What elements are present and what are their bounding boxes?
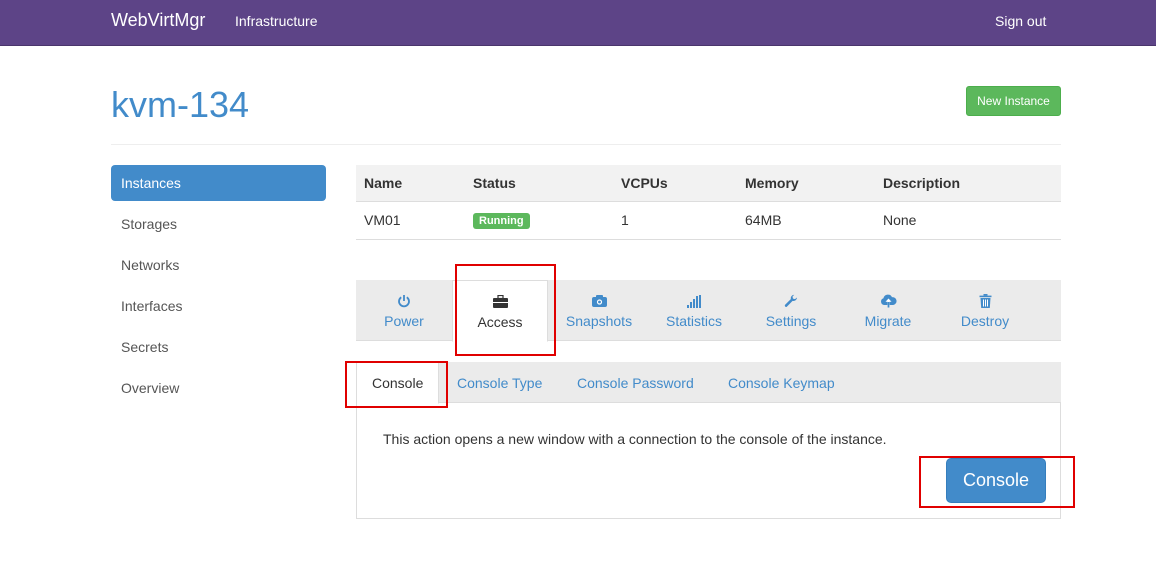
column-header-name: Name <box>356 165 465 202</box>
tab-power[interactable]: Power <box>356 280 452 341</box>
tab-migrate-label: Migrate <box>864 313 912 329</box>
table-row: VM01 Running 1 64MB None <box>356 201 1061 240</box>
tab-snapshots-label: Snapshots <box>565 313 633 329</box>
briefcase-icon <box>492 293 508 311</box>
column-header-vcpus: VCPUs <box>613 165 737 202</box>
column-header-memory: Memory <box>737 165 875 202</box>
power-icon <box>397 292 411 310</box>
subtab-console-type[interactable]: Console Type <box>442 362 557 403</box>
tab-settings-label: Settings <box>765 313 817 329</box>
table-header-row: Name Status VCPUs Memory Description <box>356 165 1061 202</box>
tab-destroy[interactable]: Destroy <box>937 280 1033 341</box>
sidebar-item-secrets[interactable]: Secrets <box>111 329 326 365</box>
subtab-console[interactable]: Console <box>356 362 440 404</box>
tab-statistics-label: Statistics <box>665 313 722 329</box>
tab-statistics[interactable]: Statistics <box>646 280 742 341</box>
tab-destroy-label: Destroy <box>960 313 1010 329</box>
tab-power-label: Power <box>384 313 424 329</box>
sidebar-item-storages[interactable]: Storages <box>111 206 326 242</box>
column-header-description: Description <box>875 165 1061 202</box>
tab-access-label: Access <box>477 313 523 330</box>
nav-infrastructure-link[interactable]: Infrastructure <box>235 13 317 29</box>
tab-migrate[interactable]: Migrate <box>840 280 936 341</box>
camera-icon <box>591 292 607 310</box>
tab-snapshots[interactable]: Snapshots <box>551 280 647 341</box>
sidebar-item-instances[interactable]: Instances <box>111 165 326 201</box>
column-header-status: Status <box>465 165 613 202</box>
trash-icon <box>979 292 992 310</box>
sidebar-item-overview[interactable]: Overview <box>111 370 326 406</box>
subtab-console-password[interactable]: Console Password <box>562 362 709 403</box>
signal-bars-icon <box>687 292 701 310</box>
instance-table: Name Status VCPUs Memory Description VM0… <box>356 165 1061 240</box>
sidebar-item-networks[interactable]: Networks <box>111 247 326 283</box>
cell-status: Running <box>465 201 613 240</box>
cell-description: None <box>875 201 1061 240</box>
console-panel: This action opens a new window with a co… <box>356 402 1061 519</box>
cell-memory: 64MB <box>737 201 875 240</box>
tab-access[interactable]: Access <box>452 280 548 342</box>
tab-settings[interactable]: Settings <box>743 280 839 341</box>
console-description: This action opens a new window with a co… <box>383 431 887 447</box>
cell-vcpus: 1 <box>613 201 737 240</box>
cloud-upload-icon <box>880 292 897 310</box>
top-navbar: WebVirtMgr Infrastructure Sign out <box>0 0 1156 46</box>
wrench-icon <box>784 292 798 310</box>
sidebar-item-interfaces[interactable]: Interfaces <box>111 288 326 324</box>
console-button[interactable]: Console <box>946 458 1046 503</box>
subtab-console-keymap[interactable]: Console Keymap <box>713 362 850 403</box>
page-title: kvm-134 <box>111 84 250 125</box>
cell-name[interactable]: VM01 <box>356 201 465 240</box>
access-subtabs: Console Console Type Console Password Co… <box>356 362 1061 404</box>
action-tabs: Power Access Snapshots Statistics Settin… <box>356 280 1061 342</box>
new-instance-button[interactable]: New Instance <box>966 86 1061 116</box>
divider <box>111 144 1061 145</box>
sign-out-link[interactable]: Sign out <box>995 13 1046 29</box>
sidebar: Instances Storages Networks Interfaces S… <box>111 165 326 411</box>
brand-logo[interactable]: WebVirtMgr <box>111 10 205 31</box>
status-badge: Running <box>473 213 530 229</box>
